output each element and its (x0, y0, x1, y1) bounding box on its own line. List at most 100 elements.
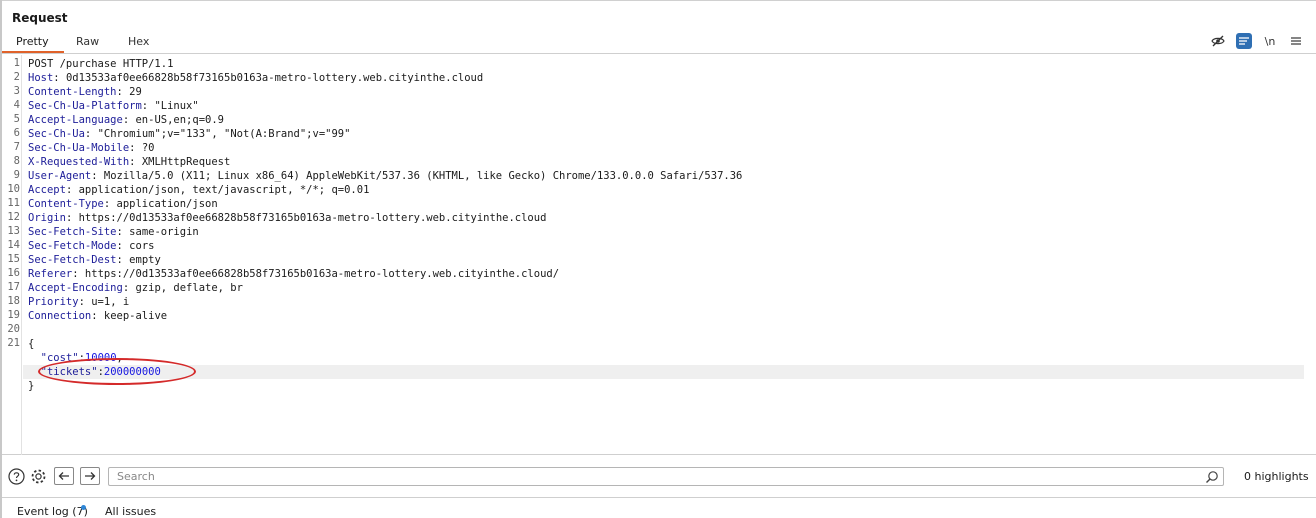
header-name: Referer (28, 268, 73, 280)
top-divider (0, 0, 1316, 6)
header-value: 29 (129, 86, 142, 98)
line-number: 21 (7, 337, 20, 349)
eye-slash-icon[interactable] (1210, 33, 1226, 49)
header-value: keep-alive (103, 310, 168, 322)
header-line: Sec-Fetch-Dest: empty (28, 254, 161, 266)
line-number: 1 (13, 57, 20, 69)
header-name: Content-Type (28, 198, 104, 210)
header-line: Accept: application/json, text/javascrip… (28, 184, 370, 196)
header-value: application/json (116, 198, 218, 210)
header-value: empty (129, 254, 161, 266)
header-name: Origin (28, 212, 66, 224)
line-number: 9 (13, 169, 20, 181)
highlights-count: 0 highlights (1244, 470, 1309, 483)
header-value: en-US,en;q=0.9 (135, 114, 224, 126)
wrap-lines-icon[interactable] (1236, 33, 1252, 49)
json-open-brace: { (28, 338, 35, 350)
json-cost-line: "cost":10000, (40, 352, 123, 364)
header-line: User-Agent: Mozilla/5.0 (X11; Linux x86_… (28, 170, 743, 182)
header-name: Sec-Ch-Ua-Mobile (28, 142, 130, 154)
json-value-cost: 10000 (84, 352, 117, 364)
request-line: POST /purchase HTTP/1.1 (28, 58, 174, 70)
header-line: Origin: https://0d13533af0ee66828b58f731… (28, 212, 547, 224)
line-number: 18 (7, 295, 20, 307)
header-value: "Chromium";v="133", "Not(A:Brand";v="99" (97, 128, 351, 140)
line-number: 12 (7, 211, 20, 223)
search-bar: 0 highlights (2, 456, 1316, 498)
header-name: Sec-Fetch-Site (28, 226, 117, 238)
line-number: 20 (7, 323, 20, 335)
header-line: Sec-Fetch-Site: same-origin (28, 226, 199, 238)
gear-icon[interactable] (30, 468, 47, 485)
header-line: Accept-Language: en-US,en;q=0.9 (28, 114, 224, 126)
line-number: 2 (13, 71, 20, 83)
current-line-highlight (23, 365, 1304, 379)
header-line: Host: 0d13533af0ee66828b58f73165b0163a-m… (28, 72, 484, 84)
line-number: 14 (7, 239, 20, 251)
all-issues-link[interactable]: All issues (105, 505, 156, 518)
line-number: 16 (7, 267, 20, 279)
tab-hex[interactable]: Hex (128, 35, 149, 48)
line-number: 15 (7, 253, 20, 265)
header-line: Content-Length: 29 (28, 86, 142, 98)
header-value: application/json, text/javascript, */*; … (78, 184, 370, 196)
header-name: Accept-Language (28, 114, 123, 126)
line-number: 3 (13, 85, 20, 97)
line-number: 11 (7, 197, 20, 209)
header-name: Connection (28, 310, 92, 322)
line-number: 4 (13, 99, 20, 111)
header-name: Sec-Fetch-Mode (28, 240, 117, 252)
line-number: 17 (7, 281, 20, 293)
header-value: https://0d13533af0ee66828b58f73165b0163a… (84, 268, 560, 280)
newline-toggle-button[interactable]: \n (1262, 33, 1278, 49)
header-value: u=1, i (91, 296, 130, 308)
header-name: Sec-Fetch-Dest (28, 254, 117, 266)
view-tabs: Pretty Raw Hex (2, 32, 1316, 54)
hamburger-menu-icon[interactable] (1288, 33, 1304, 49)
status-bar: Event log (7) All issues (2, 499, 1316, 518)
line-number: 7 (13, 141, 20, 153)
line-number: 5 (13, 113, 20, 125)
header-name: X-Requested-With (28, 156, 130, 168)
tab-raw[interactable]: Raw (76, 35, 99, 48)
search-input[interactable] (108, 467, 1224, 486)
line-number: 10 (7, 183, 20, 195)
header-line: Sec-Ch-Ua: "Chromium";v="133", "Not(A:Br… (28, 128, 351, 140)
header-name: Priority (28, 296, 79, 308)
line-number: 8 (13, 155, 20, 167)
header-value: "Linux" (154, 100, 199, 112)
header-name: User-Agent (28, 170, 92, 182)
header-line: Content-Type: application/json (28, 198, 218, 210)
panel-title: Request (12, 11, 68, 25)
next-match-button[interactable] (80, 467, 100, 485)
request-editor[interactable]: 1 2 3 4 5 6 7 8 9 10 11 12 13 14 15 16 1… (2, 55, 1316, 455)
header-value: same-origin (129, 226, 199, 238)
line-number: 6 (13, 127, 20, 139)
header-value: gzip, deflate, br (135, 282, 243, 294)
header-value: https://0d13533af0ee66828b58f73165b0163a… (78, 212, 547, 224)
event-log-link[interactable]: Event log (7) (17, 505, 88, 518)
header-line: Connection: keep-alive (28, 310, 168, 322)
json-key-tickets: "tickets" (40, 366, 98, 378)
header-value: XMLHttpRequest (141, 156, 231, 168)
json-value-tickets: 200000000 (103, 366, 161, 378)
previous-match-button[interactable] (54, 467, 74, 485)
notification-dot (81, 505, 86, 510)
header-name: Host (28, 72, 54, 84)
header-value: ?0 (141, 142, 155, 154)
header-name: Sec-Ch-Ua-Platform (28, 100, 142, 112)
tab-pretty[interactable]: Pretty (16, 35, 49, 48)
header-name: Accept-Encoding (28, 282, 123, 294)
search-icon (1205, 469, 1219, 483)
line-number: 19 (7, 309, 20, 321)
header-value: Mozilla/5.0 (X11; Linux x86_64) AppleWeb… (103, 170, 743, 182)
header-line: Priority: u=1, i (28, 296, 130, 308)
help-icon[interactable] (8, 468, 25, 485)
json-key-cost: "cost" (40, 352, 79, 364)
active-tab-indicator (2, 51, 64, 53)
json-tickets-line: "tickets":200000000 (40, 366, 161, 378)
header-line: Accept-Encoding: gzip, deflate, br (28, 282, 243, 294)
header-value: 0d13533af0ee66828b58f73165b0163a-metro-l… (65, 72, 484, 84)
header-name: Content-Length (28, 86, 117, 98)
line-number: 13 (7, 225, 20, 237)
